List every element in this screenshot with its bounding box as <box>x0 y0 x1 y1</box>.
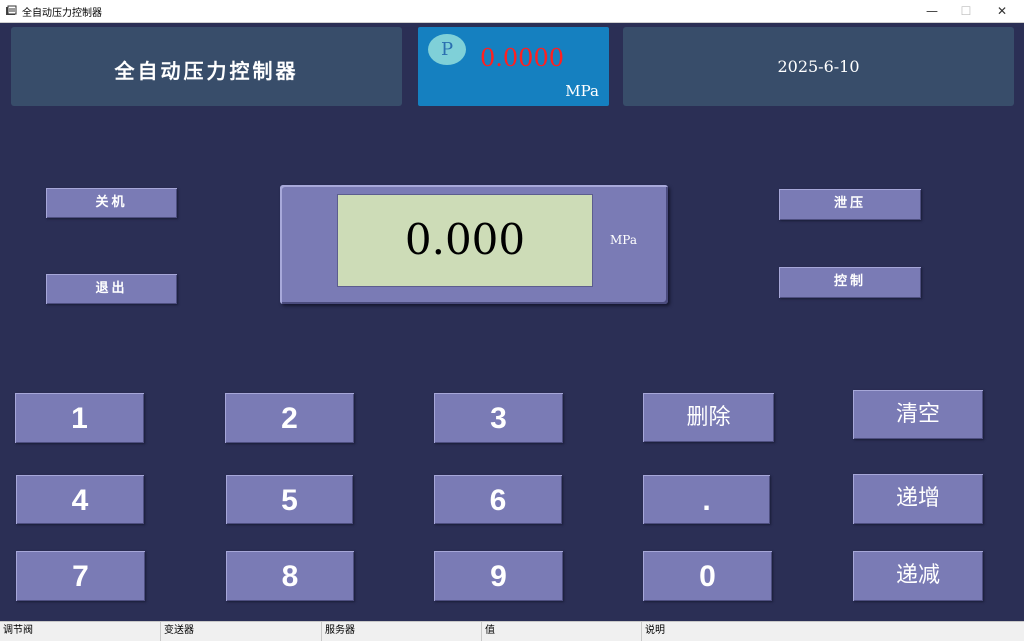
decrement-button[interactable]: 递减 <box>853 551 983 601</box>
increment-button[interactable]: 递增 <box>853 474 983 524</box>
window-titlebar: 全自动压力控制器 — ☐ ✕ <box>0 0 1024 23</box>
key-4-button[interactable]: 4 <box>16 475 144 524</box>
status-valve: 调节阀 <box>0 622 161 641</box>
close-button[interactable]: ✕ <box>984 0 1020 22</box>
app-title: 全自动压力控制器 <box>114 59 299 83</box>
status-value: 值 <box>482 622 642 641</box>
key-6-button[interactable]: 6 <box>434 475 562 524</box>
key-9-button[interactable]: 9 <box>434 551 563 601</box>
pressure-unit: MPa <box>565 82 599 100</box>
key-7-button[interactable]: 7 <box>16 551 145 601</box>
status-server: 服务器 <box>322 622 482 641</box>
pressure-value: 0.0000 <box>480 44 564 72</box>
app-icon <box>6 5 17 15</box>
setpoint-display-frame: 0.000 MPa <box>280 185 668 304</box>
clear-button[interactable]: 清空 <box>853 390 983 439</box>
setpoint-unit: MPa <box>610 233 637 247</box>
pressure-p-icon: P <box>428 34 466 65</box>
key-2-button[interactable]: 2 <box>225 393 354 443</box>
key-3-button[interactable]: 3 <box>434 393 563 443</box>
pressure-readout-panel: P 0.0000 MPa <box>418 27 609 106</box>
date-panel: 2025-6-10 <box>623 27 1014 106</box>
exit-button[interactable]: 退出 <box>46 274 177 304</box>
key-5-button[interactable]: 5 <box>226 475 353 524</box>
status-bar: 调节阀 变送器 服务器 值 说明 <box>0 621 1024 641</box>
key-dot-button[interactable]: . <box>643 475 770 524</box>
window-title: 全自动压力控制器 <box>22 8 102 19</box>
control-button[interactable]: 控制 <box>779 267 921 298</box>
current-date: 2025-6-10 <box>777 57 860 76</box>
key-1-button[interactable]: 1 <box>15 393 144 443</box>
shutdown-button[interactable]: 关机 <box>46 188 177 218</box>
release-pressure-button[interactable]: 泄压 <box>779 189 921 220</box>
app-title-panel: 全自动压力控制器 <box>11 27 402 106</box>
key-0-button[interactable]: 0 <box>643 551 772 601</box>
key-8-button[interactable]: 8 <box>226 551 354 601</box>
maximize-button[interactable]: ☐ <box>948 0 984 22</box>
status-transmitter: 变送器 <box>161 622 322 641</box>
delete-button[interactable]: 删除 <box>643 393 774 442</box>
setpoint-value: 0.000 <box>404 215 526 264</box>
minimize-button[interactable]: — <box>914 0 950 22</box>
setpoint-lcd: 0.000 <box>337 194 593 287</box>
status-description: 说明 <box>645 625 665 636</box>
